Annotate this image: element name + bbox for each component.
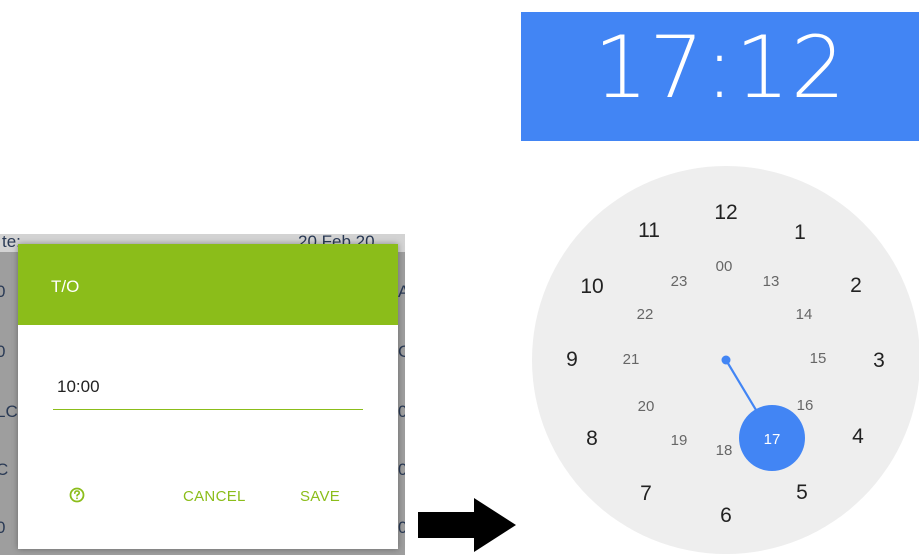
hour-18[interactable]: 18 [716,442,733,459]
background-right-char: 0 [398,518,405,537]
hour-14[interactable]: 14 [796,306,813,323]
hour-20[interactable]: 20 [638,398,655,415]
hour-17[interactable]: 17 [764,431,781,448]
hour-21[interactable]: 21 [623,351,640,368]
hour-00[interactable]: 00 [716,258,733,275]
clock-dial[interactable]: 12 1 2 3 4 5 6 7 8 9 10 11 00 13 14 15 1… [532,166,919,555]
time-dialog: T/O CANCEL SAVE [18,244,398,549]
hour-1[interactable]: 1 [794,221,806,244]
hour-8[interactable]: 8 [586,427,598,450]
save-button[interactable]: SAVE [294,484,346,509]
background-left-char: LC [0,402,18,421]
background-left-char: 0 [0,518,6,537]
selected-time-display[interactable]: 17:12 [521,18,919,118]
dialog-header: T/O [18,244,398,325]
hour-23[interactable]: 23 [671,273,688,290]
time-input[interactable] [53,370,363,410]
hour-4[interactable]: 4 [852,425,864,448]
hour-19[interactable]: 19 [671,432,688,449]
right-arrow-icon [418,498,516,552]
hour-2[interactable]: 2 [850,274,862,297]
background-right-char: A [398,282,405,301]
hour-3[interactable]: 3 [873,349,885,372]
dialog-title: T/O [51,277,80,296]
hour-11[interactable]: 11 [638,219,660,242]
time-picker-header: 17:12 [521,12,919,141]
hour-7[interactable]: 7 [640,482,652,505]
background-left-char: 0 [0,282,6,301]
hour-5[interactable]: 5 [796,481,808,504]
background-left-char: C [0,460,9,479]
help-button[interactable] [64,482,90,508]
background-left-char: 0 [0,342,6,361]
background-right-char: C [398,342,405,361]
hour-6[interactable]: 6 [720,504,732,527]
hour-22[interactable]: 22 [637,306,654,323]
hour-16[interactable]: 16 [797,397,814,414]
hour-15[interactable]: 15 [810,350,827,367]
hour-10[interactable]: 10 [580,275,603,298]
clock-center-dot [721,355,731,365]
help-circle-icon [69,487,85,503]
hour-9[interactable]: 9 [566,348,578,371]
background-right-char: 0 [398,402,405,421]
hour-13[interactable]: 13 [763,273,780,290]
hour-12[interactable]: 12 [714,201,737,224]
cancel-button[interactable]: CANCEL [177,484,252,509]
background-right-char: 0 [398,460,405,479]
